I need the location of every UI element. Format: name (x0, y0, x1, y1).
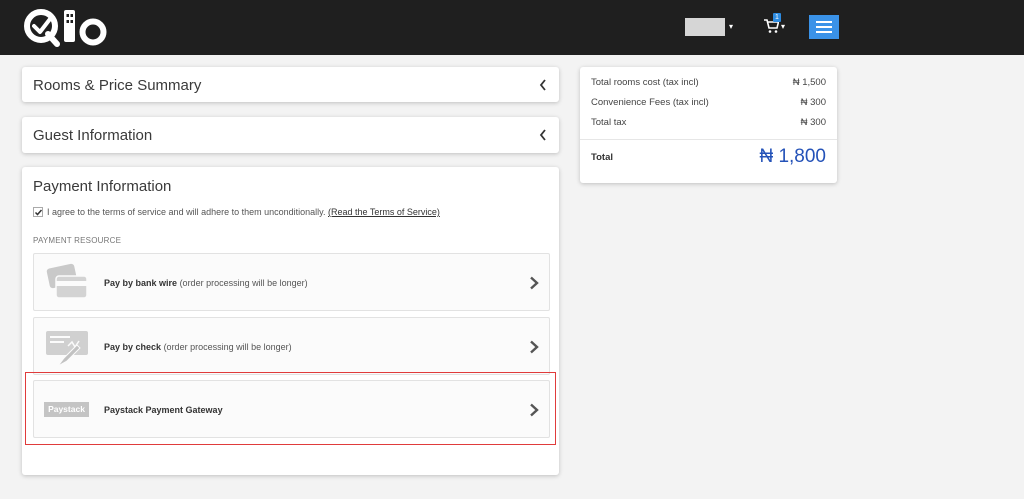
section-title: Rooms & Price Summary (33, 77, 202, 94)
user-account-dropdown[interactable] (685, 18, 725, 36)
summary-label: Total tax (591, 117, 627, 128)
summary-label: Convenience Fees (tax incl) (591, 97, 709, 108)
summary-row: Convenience Fees (tax incl) ₦ 300 (591, 97, 826, 108)
terms-checkbox[interactable] (33, 207, 43, 217)
summary-amount: ₦ 1,500 (792, 77, 826, 88)
option-label: Pay by bank wire (order processing will … (104, 278, 308, 288)
option-label: Paystack Payment Gateway (104, 405, 223, 415)
caret-down-icon[interactable]: ▾ (781, 22, 785, 31)
qlo-logo[interactable] (22, 6, 108, 48)
rooms-price-summary-panel[interactable]: Rooms & Price Summary (22, 67, 559, 102)
hamburger-menu-button[interactable] (809, 15, 839, 39)
paystack-payment-gateway-option[interactable]: Paystack Paystack Payment Gateway (33, 380, 550, 438)
summary-amount: ₦ 300 (800, 117, 826, 128)
bank-card-icon (46, 263, 88, 299)
check-icon (46, 331, 88, 367)
terms-text: I agree to the terms of service and will… (47, 207, 326, 217)
chevron-left-icon[interactable] (539, 79, 547, 91)
menu-bar (816, 26, 832, 28)
menu-bar (816, 21, 832, 23)
terms-agreement: I agree to the terms of service and will… (33, 207, 440, 217)
summary-divider (580, 139, 837, 140)
caret-down-icon[interactable]: ▾ (729, 22, 733, 31)
order-summary-panel: Total rooms cost (tax incl) ₦ 1,500 Conv… (580, 67, 837, 183)
chevron-left-icon[interactable] (539, 129, 547, 141)
menu-bar (816, 31, 832, 33)
total-amount: ₦ 1,800 (759, 146, 826, 167)
payment-information-panel: Payment Information I agree to the terms… (22, 167, 559, 475)
chevron-right-icon[interactable] (529, 276, 539, 290)
summary-amount: ₦ 300 (800, 97, 826, 108)
terms-of-service-link[interactable]: (Read the Terms of Service) (328, 207, 440, 217)
section-title: Payment Information (33, 178, 172, 195)
pay-by-bank-wire-option[interactable]: Pay by bank wire (order processing will … (33, 253, 550, 311)
summary-label: Total rooms cost (tax incl) (591, 77, 699, 88)
chevron-right-icon[interactable] (529, 340, 539, 354)
cart-count-badge: 1 (773, 13, 781, 22)
pay-by-check-option[interactable]: Pay by check (order processing will be l… (33, 317, 550, 375)
option-label: Pay by check (order processing will be l… (104, 342, 292, 352)
total-label: Total (591, 152, 613, 163)
chevron-right-icon[interactable] (529, 403, 539, 417)
guest-information-panel[interactable]: Guest Information (22, 117, 559, 153)
top-navbar: ▾ 1 ▾ (0, 0, 1024, 55)
paystack-logo: Paystack (44, 402, 89, 417)
section-title: Guest Information (33, 127, 153, 144)
summary-row: Total rooms cost (tax incl) ₦ 1,500 (591, 77, 826, 88)
summary-row: Total tax ₦ 300 (591, 117, 826, 128)
payment-resource-label: PAYMENT RESOURCE (33, 236, 122, 245)
